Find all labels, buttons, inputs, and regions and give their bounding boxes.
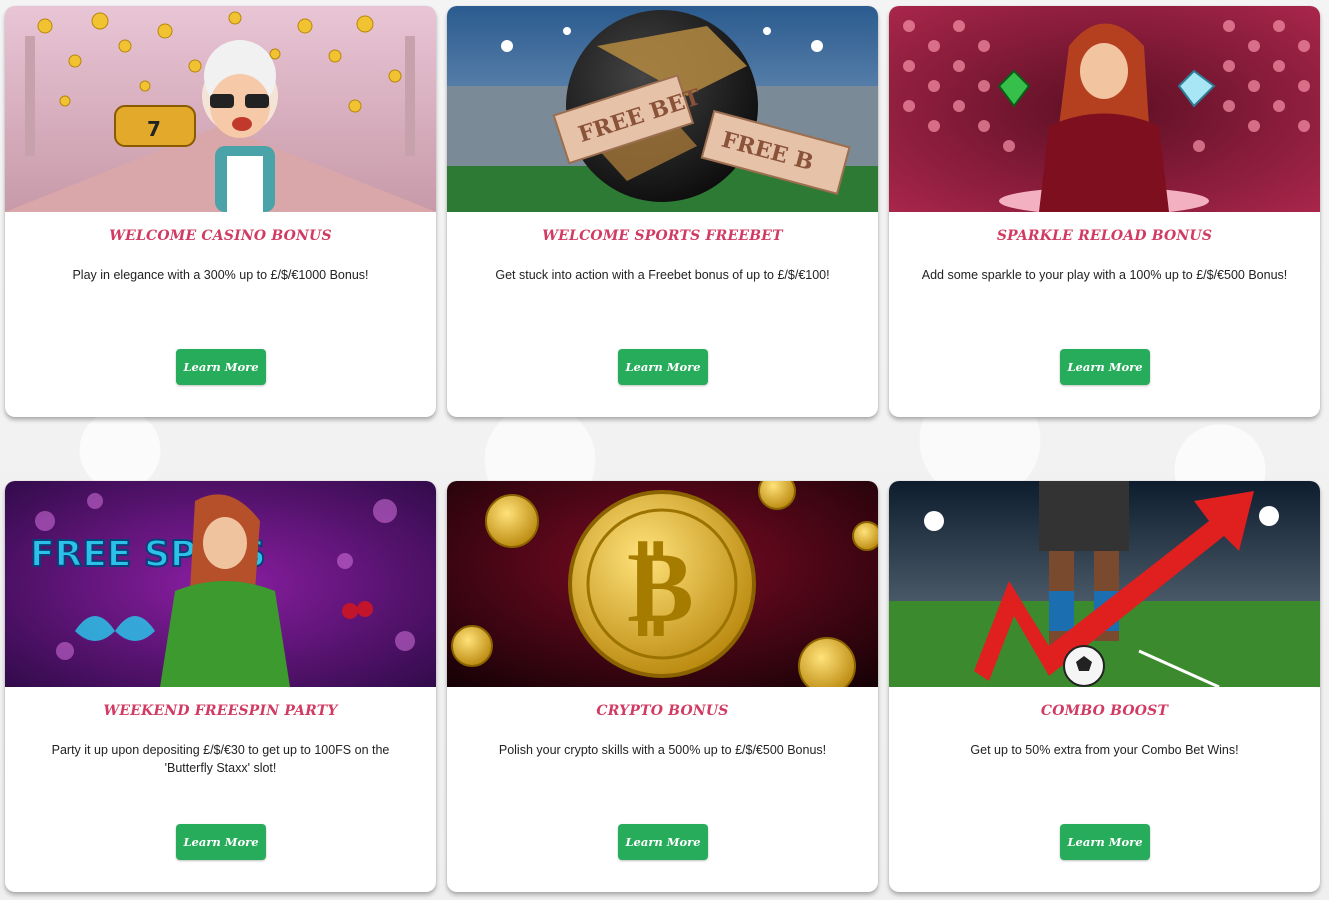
promo-description: Add some sparkle to your play with a 100… xyxy=(921,268,1288,282)
promo-card-welcome-casino: 7 WELCOME CASINO BONUS Play in elegance … xyxy=(5,6,436,417)
football-arrow-image xyxy=(889,481,1320,687)
promo-card-crypto: ₿ CRYPTO BONUS Polish your crypto skills… xyxy=(447,481,878,892)
freespins-image: FREE SPINS xyxy=(5,481,436,687)
promo-title: WELCOME SPORTS FREEBET xyxy=(542,228,783,244)
promo-title: CRYPTO BONUS xyxy=(596,703,729,719)
football-freebet-illustration: FREE BET FREE B xyxy=(447,6,878,212)
bitcoin-coin-illustration: ₿ xyxy=(447,481,878,687)
promo-card-sparkle-reload: SPARKLE RELOAD BONUS Add some sparkle to… xyxy=(889,6,1320,417)
promo-title: WEEKEND FREESPIN PARTY xyxy=(103,703,338,719)
sorceress-gems-image xyxy=(889,6,1320,212)
promo-description: Get up to 50% extra from your Combo Bet … xyxy=(970,743,1239,757)
granny-slot-illustration: 7 xyxy=(5,6,436,212)
learn-more-button[interactable]: Learn More xyxy=(618,349,708,385)
learn-more-button[interactable]: Learn More xyxy=(176,349,266,385)
promotions-grid: 7 WELCOME CASINO BONUS Play in elegance … xyxy=(5,6,1320,892)
svg-text:7: 7 xyxy=(147,117,161,141)
granny-slot-image: 7 xyxy=(5,6,436,212)
promo-card-welcome-sports: FREE BET FREE B WELCOME SPORTS FREEBET G… xyxy=(447,6,878,417)
promo-description: Get stuck into action with a Freebet bon… xyxy=(495,268,830,282)
promo-card-weekend-freespin: FREE SPINS WEEKEND FREESPIN PARTY Party … xyxy=(5,481,436,892)
promo-description: Play in elegance with a 300% up to £/$/€… xyxy=(72,268,369,282)
learn-more-button[interactable]: Learn More xyxy=(618,824,708,860)
promo-card-combo-boost: COMBO BOOST Get up to 50% extra from you… xyxy=(889,481,1320,892)
bitcoin-coin-image: ₿ xyxy=(447,481,878,687)
football-arrow-illustration xyxy=(889,481,1320,687)
football-freebet-image: FREE BET FREE B xyxy=(447,6,878,212)
promo-title: COMBO BOOST xyxy=(1040,703,1169,719)
learn-more-button[interactable]: Learn More xyxy=(1060,824,1150,860)
learn-more-button[interactable]: Learn More xyxy=(1060,349,1150,385)
promo-title: WELCOME CASINO BONUS xyxy=(109,228,332,244)
svg-text:₿: ₿ xyxy=(627,528,694,645)
learn-more-button[interactable]: Learn More xyxy=(176,824,266,860)
promo-title: SPARKLE RELOAD BONUS xyxy=(996,228,1213,244)
promo-description: Party it up upon depositing £/$/€30 to g… xyxy=(51,743,390,775)
promo-description: Polish your crypto skills with a 500% up… xyxy=(498,743,827,757)
freespins-illustration: FREE SPINS xyxy=(5,481,436,687)
sorceress-gems-illustration xyxy=(889,6,1320,212)
